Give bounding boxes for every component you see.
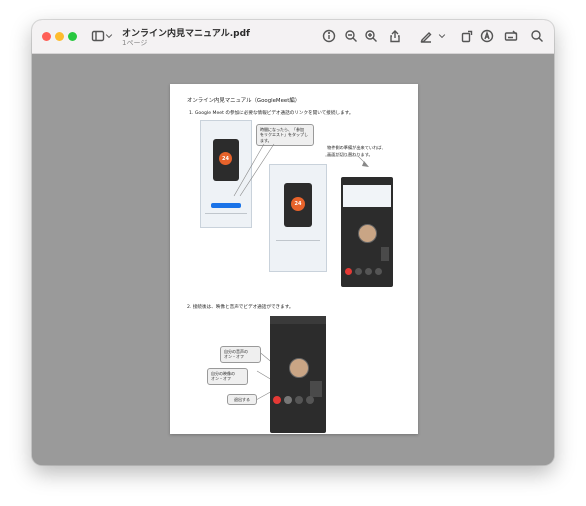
connector-line [233, 143, 265, 197]
callout-line: オン・オフ [224, 354, 244, 360]
form-icon[interactable] [503, 28, 519, 44]
search-icon[interactable] [529, 28, 545, 44]
arrowhead [362, 161, 369, 167]
fullscreen-window-button[interactable] [68, 32, 77, 41]
callout-video: 自分の映像の オン・オフ [207, 368, 248, 385]
page-count: 1ページ [122, 39, 148, 47]
connector-line [325, 155, 367, 165]
self-view [310, 381, 322, 397]
close-window-button[interactable] [42, 32, 51, 41]
pdf-page: オンライン内見マニュアル（GoogleMeet編） 1. Google Meet… [170, 84, 418, 434]
zoom-in-icon[interactable] [363, 28, 379, 44]
zoom-out-icon[interactable] [343, 28, 359, 44]
callout-audio: 自分の音声の オン・オフ [220, 346, 261, 363]
preview-window: オンライン内見マニュアル.pdf 1ページ オンライン内見マニュアル（Googl… [32, 20, 554, 465]
chevron-down-icon[interactable] [437, 28, 447, 44]
call-header [270, 316, 326, 324]
avatar [289, 358, 309, 378]
info-icon[interactable] [321, 28, 337, 44]
share-icon[interactable] [387, 28, 403, 44]
document-view[interactable]: オンライン内見マニュアル（GoogleMeet編） 1. Google Meet… [32, 54, 554, 465]
callout-leave: 退出する [227, 394, 257, 406]
more-button [306, 396, 314, 404]
markup-pen-icon[interactable] [418, 28, 434, 44]
title-bar: オンライン内見マニュアル.pdf 1ページ [32, 20, 554, 54]
chevron-down-icon[interactable] [104, 28, 114, 44]
annotate-icon[interactable] [479, 28, 495, 44]
mic-button [284, 396, 292, 404]
connector-line [239, 143, 275, 197]
callout-line: オン・オフ [211, 376, 231, 382]
rotate-icon[interactable] [459, 28, 475, 44]
camera-button [295, 396, 303, 404]
minimize-window-button[interactable] [55, 32, 64, 41]
phone-screenshot-call [270, 316, 326, 433]
callout-line: 退出する [234, 397, 250, 402]
leave-call-button [273, 396, 281, 404]
step-2-text: 2. 接続後は、映像と音声でビデオ通話ができます。 [187, 305, 294, 310]
